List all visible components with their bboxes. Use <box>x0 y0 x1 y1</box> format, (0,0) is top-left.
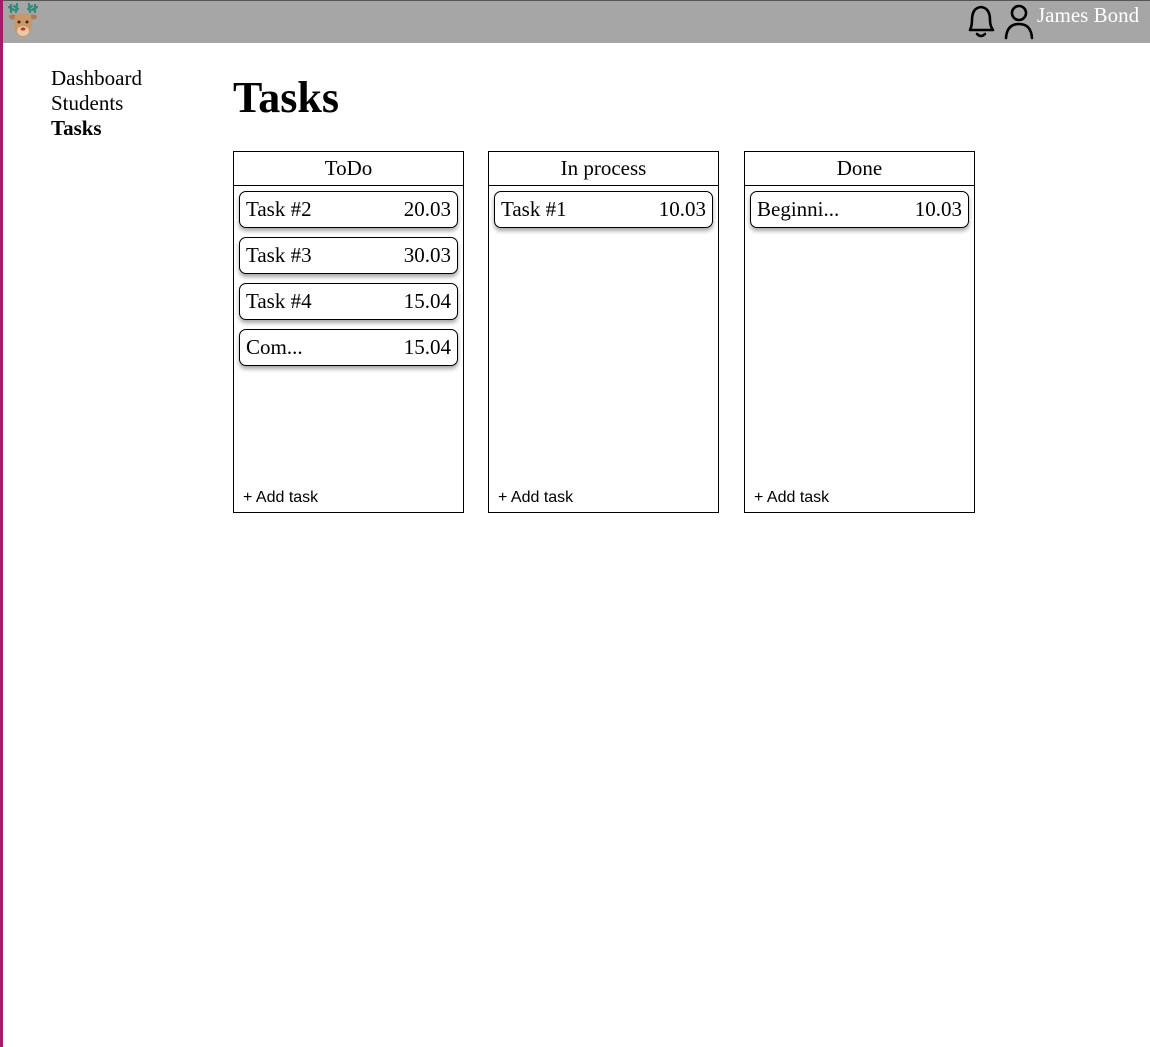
task-card[interactable]: Task #1 10.03 <box>494 191 713 228</box>
sidebar-item-dashboard[interactable]: Dashboard <box>51 66 191 91</box>
column-in-process: In process Task #1 10.03 + Add task <box>488 151 719 513</box>
task-date: 15.04 <box>403 289 451 313</box>
task-date: 10.03 <box>658 197 706 221</box>
deer-logo-icon[interactable] <box>5 2 41 40</box>
column-header: In process <box>489 152 718 186</box>
task-date: 10.03 <box>914 197 962 221</box>
page-title: Tasks <box>233 73 340 122</box>
column-done: Done Beginni... 10.03 + Add task <box>744 151 975 513</box>
sidebar-nav: Dashboard Students Tasks <box>51 66 191 141</box>
column-header: ToDo <box>234 152 463 186</box>
column-todo: ToDo Task #2 20.03 Task #3 30.03 Task #4… <box>233 151 464 513</box>
task-card[interactable]: Task #3 30.03 <box>239 237 458 274</box>
task-title: Task #3 <box>246 243 312 267</box>
column-header: Done <box>745 152 974 186</box>
task-title: Com... <box>246 335 303 359</box>
task-card[interactable]: Task #4 15.04 <box>239 283 458 320</box>
task-date: 15.04 <box>403 335 451 359</box>
task-card[interactable]: Task #2 20.03 <box>239 191 458 228</box>
sidebar-item-students[interactable]: Students <box>51 91 191 116</box>
sidebar-item-tasks[interactable]: Tasks <box>51 116 191 141</box>
add-task-button[interactable]: + Add task <box>498 489 573 507</box>
left-edge-accent <box>0 0 3 1047</box>
task-title: Task #4 <box>246 289 312 313</box>
task-date: 30.03 <box>403 243 451 267</box>
task-title: Beginni... <box>757 197 840 221</box>
add-task-button[interactable]: + Add task <box>754 489 829 507</box>
add-task-button[interactable]: + Add task <box>243 489 318 507</box>
bell-icon[interactable] <box>962 2 1000 40</box>
task-title: Task #1 <box>501 197 567 221</box>
top-bar: James Bond <box>3 0 1150 43</box>
task-date: 20.03 <box>403 197 451 221</box>
user-icon[interactable] <box>1001 2 1035 40</box>
task-title: Task #2 <box>246 197 312 221</box>
task-card[interactable]: Beginni... 10.03 <box>750 191 969 228</box>
task-card[interactable]: Com... 15.04 <box>239 329 458 366</box>
user-name[interactable]: James Bond <box>1037 3 1139 28</box>
